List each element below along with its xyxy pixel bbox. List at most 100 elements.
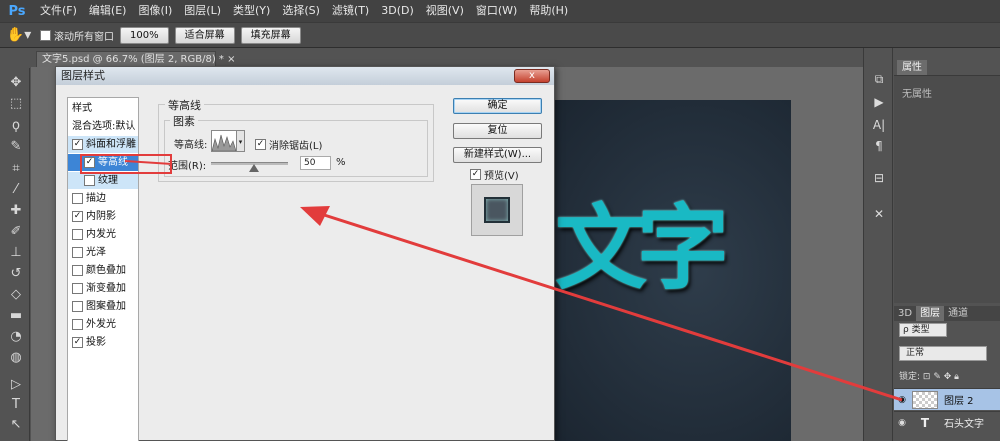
color-overlay-item[interactable]: 颜色叠加 (68, 262, 138, 279)
healing-tool-icon[interactable]: ✚ (7, 202, 25, 220)
zoom-100-button[interactable]: 100% (120, 26, 169, 44)
menu-3d[interactable]: 3D(D) (375, 0, 420, 22)
checkbox-icon (40, 29, 51, 41)
hand-tool-icon[interactable]: ✋▾ (4, 25, 34, 45)
checkbox-icon[interactable] (84, 175, 95, 186)
pen-tool-icon[interactable]: ▷ (7, 376, 25, 394)
fit-screen-button[interactable]: 适合屏幕 (174, 26, 235, 44)
menu-edit[interactable]: 编辑(E) (83, 0, 133, 22)
eraser-tool-icon[interactable]: ◇ (7, 286, 25, 304)
bevel-emboss-item[interactable]: ✓ 斜面和浮雕 (68, 136, 138, 153)
layer-row[interactable]: ◉ T 石头文字 (894, 411, 1000, 433)
ok-button[interactable]: 确定 (453, 98, 542, 114)
type-tool-icon[interactable]: T (7, 396, 25, 414)
checkbox-icon[interactable] (72, 229, 83, 240)
properties-tab[interactable]: 属性 (897, 60, 927, 75)
checkbox-icon[interactable] (72, 247, 83, 258)
fill-screen-button[interactable]: 填充屏幕 (240, 26, 301, 44)
checkbox-icon: ✓ (470, 169, 481, 180)
layer-filter-select[interactable]: ρ 类型 (899, 323, 947, 337)
menu-image[interactable]: 图像(I) (132, 0, 178, 22)
menu-select[interactable]: 选择(S) (276, 0, 326, 22)
adjustments-icon[interactable]: ✕ (870, 205, 888, 223)
checkbox-icon[interactable] (72, 283, 83, 294)
menu-help[interactable]: 帮助(H) (523, 0, 574, 22)
blend-mode-select[interactable]: 正常 (899, 346, 987, 361)
crop-tool-icon[interactable]: ⌗ (7, 160, 25, 178)
contour-label: 等高线: (174, 140, 208, 151)
range-slider-handle[interactable] (249, 164, 259, 172)
lasso-tool-icon[interactable]: ϙ (7, 117, 25, 135)
document-canvas[interactable]: 文字 (551, 100, 791, 441)
checkbox-icon[interactable] (72, 301, 83, 312)
eye-icon[interactable]: ◉ (894, 418, 910, 428)
checkbox-icon[interactable]: ✓ (72, 139, 83, 150)
brush-tool-icon[interactable]: ✐ (7, 223, 25, 241)
contour-dropdown-icon[interactable]: ▾ (237, 130, 245, 152)
menu-layer[interactable]: 图层(L) (178, 0, 227, 22)
pattern-overlay-item[interactable]: 图案叠加 (68, 298, 138, 315)
menu-view[interactable]: 视图(V) (420, 0, 470, 22)
contour-group-title: 等高线 (165, 97, 204, 113)
dodge-tool-icon[interactable]: ◍ (7, 349, 25, 367)
document-tab-close-icon[interactable]: × (227, 54, 235, 65)
preview-swatch (484, 197, 510, 223)
scroll-all-label: 滚动所有窗口 (54, 31, 114, 43)
gradient-overlay-item[interactable]: 渐变叠加 (68, 280, 138, 297)
menu-type[interactable]: 类型(Y) (227, 0, 276, 22)
actions-play-icon[interactable]: ▶ (870, 93, 888, 111)
character-icon[interactable]: A| (870, 116, 888, 134)
inner-glow-item[interactable]: 内发光 (68, 226, 138, 243)
preview-label: 预览(V) (484, 171, 519, 182)
blending-options-item[interactable]: 混合选项:默认 (68, 118, 138, 135)
reset-button[interactable]: 复位 (453, 123, 542, 139)
tab-layers[interactable]: 图层 (916, 306, 945, 321)
stroke-item[interactable]: 描边 (68, 190, 138, 207)
path-select-tool-icon[interactable]: ↖ (7, 416, 25, 434)
gradient-tool-icon[interactable]: ▬ (7, 307, 25, 325)
contour-preview[interactable] (211, 130, 237, 152)
checkbox-icon[interactable] (72, 265, 83, 276)
text-layer-icon: T (920, 415, 930, 430)
range-input[interactable]: 50 (300, 156, 331, 170)
outer-glow-item[interactable]: 外发光 (68, 316, 138, 333)
tab-channels[interactable]: 通道 (944, 306, 972, 321)
scroll-all-windows-checkbox[interactable]: 滚动所有窗口 (40, 28, 114, 43)
document-tab[interactable]: 文字5.psd @ 66.7% (图层 2, RGB/8) * × (36, 51, 236, 67)
satin-item[interactable]: 光泽 (68, 244, 138, 261)
preview-checkbox[interactable]: ✓ 预览(V) (470, 167, 519, 182)
checkbox-icon[interactable]: ✓ (72, 337, 83, 348)
blur-tool-icon[interactable]: ◔ (7, 328, 25, 346)
antialias-checkbox[interactable]: ✓ 消除锯齿(L) (255, 137, 322, 152)
tab-3d[interactable]: 3D (894, 306, 916, 321)
menu-window[interactable]: 窗口(W) (470, 0, 523, 22)
checkbox-icon[interactable] (72, 319, 83, 330)
style-list: 样式 混合选项:默认 ✓ 斜面和浮雕 ✓ 等高线 纹理 描边 ✓ 内阴影 内发光 光泽… (67, 97, 139, 441)
move-tool-icon[interactable]: ✥ (7, 74, 25, 92)
layer-row[interactable]: ◉ 图层 2 (894, 388, 1000, 410)
new-style-button[interactable]: 新建样式(W)... (453, 147, 542, 163)
menu-file[interactable]: 文件(F) (34, 0, 83, 22)
dialog-close-button[interactable]: x (514, 69, 550, 83)
checkbox-icon[interactable]: ✓ (72, 211, 83, 222)
marquee-tool-icon[interactable]: ⬚ (7, 95, 25, 113)
layer-name: 图层 2 (944, 396, 974, 407)
layers-tabs: 3D 图层 通道 (894, 306, 1000, 321)
style-list-header[interactable]: 样式 (68, 100, 138, 117)
inner-shadow-item[interactable]: ✓ 内阴影 (68, 208, 138, 225)
eyedropper-tool-icon[interactable]: ⁄ (7, 181, 25, 199)
texture-item[interactable]: 纹理 (68, 172, 138, 189)
drop-shadow-item[interactable]: ✓ 投影 (68, 334, 138, 351)
contour-curve-icon (211, 134, 237, 152)
range-unit: % (336, 157, 346, 168)
paragraph-icon[interactable]: ¶ (870, 137, 888, 155)
history-brush-icon[interactable]: ↺ (7, 265, 25, 283)
menu-filter[interactable]: 滤镜(T) (326, 0, 375, 22)
history-icon[interactable]: ⧉ (870, 70, 888, 88)
quick-select-tool-icon[interactable]: ✎ (7, 138, 25, 156)
stamp-tool-icon[interactable]: ⊥ (7, 244, 25, 262)
eye-icon[interactable]: ◉ (894, 395, 910, 405)
tool-presets-icon[interactable]: ⊟ (870, 169, 888, 187)
checkbox-icon[interactable] (72, 193, 83, 204)
lock-icons[interactable]: ⊡ ✎ ✥ 🔒︎ (923, 372, 959, 382)
